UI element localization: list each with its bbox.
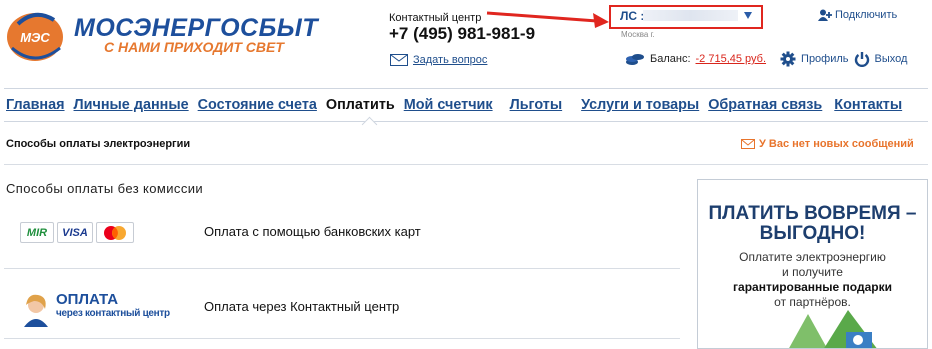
mir-logo-icon: MIR [20,222,54,243]
banner-title: ПЛАТИТЬ ВОВРЕМЯ – ВЫГОДНО! [698,204,927,244]
messages-notice-text[interactable]: У Вас нет новых сообщений [759,138,914,150]
connect-link[interactable]: Подключить [835,9,897,21]
nav-item-contacts[interactable]: Контакты [834,97,902,113]
messages-notice[interactable]: У Вас нет новых сообщений [741,138,914,150]
banner-text: Оплатите электроэнергию и получите гаран… [698,250,927,310]
nav-divider-top [4,88,928,89]
divider [4,338,680,339]
card-logos: MIR VISA [20,222,134,243]
envelope-icon [390,54,408,66]
coins-icon [626,54,644,65]
payment-method-label[interactable]: Оплата с помощью банковских карт [204,224,421,239]
divider [4,268,680,269]
nav-item-account-status[interactable]: Состояние счета [198,97,317,113]
nav-item-pay[interactable]: Оплатить [326,97,395,113]
annotation-arrow-icon [486,11,609,28]
banner-title-line: ПЛАТИТЬ ВОВРЕМЯ – [708,203,917,224]
contact-logo-title: ОПЛАТА [56,291,119,308]
visa-logo-icon: VISA [57,222,93,243]
svg-text:МЭС: МЭС [20,30,50,45]
profile-link[interactable]: Профиль [801,53,849,65]
power-icon[interactable] [854,51,870,67]
operator-icon [24,294,48,327]
nav-item-services[interactable]: Услуги и товары [581,97,699,113]
gear-icon[interactable] [780,51,796,67]
banner-text-line: от партнёров. [774,295,851,309]
connect-link-wrap[interactable]: Подключить [818,9,897,21]
promo-banner[interactable]: ПЛАТИТЬ ВОВРЕМЯ – ВЫГОДНО! Оплатите элек… [697,179,928,349]
banner-text-bold: гарантированные подарки [733,280,892,294]
contact-logo-subtitle: через контактный центр [56,308,170,319]
user-add-icon [818,9,832,21]
balance-row: Баланс: -2 715,45 руб. Профиль Выход [625,51,907,67]
ask-question-link[interactable]: Задать вопрос [413,54,487,66]
ask-question-link-wrap[interactable]: Задать вопрос [390,54,487,66]
dropdown-arrow-icon[interactable] [744,12,752,19]
nav-item-home[interactable]: Главная [6,97,65,113]
banner-title-line: ВЫГОДНО! [759,223,866,244]
banner-text-line: Оплатите электроэнергию [739,250,886,264]
payment-method-cards[interactable]: MIR VISA Оплата с помощью банковских кар… [4,210,680,254]
nav-item-benefits[interactable]: Льготы [510,97,563,113]
nav-item-feedback[interactable]: Обратная связь [708,97,822,113]
logo-slogan: С НАМИ ПРИХОДИТ СВЕТ [104,39,284,55]
message-envelope-icon [741,139,755,149]
exit-link[interactable]: Выход [875,53,908,65]
mastercard-logo-icon [96,222,134,243]
contact-center-label: Контактный центр [389,12,482,24]
active-tab-caret [361,116,378,133]
account-city: Москва г. [621,30,655,39]
main-nav: Главная Личные данные Состояние счета Оп… [6,97,902,113]
mes-logo-icon[interactable]: МЭС [4,10,66,62]
page-title: Способы оплаты электроэнергии [6,138,191,150]
nav-item-my-meter[interactable]: Мой счетчик [404,97,493,113]
account-label[interactable]: ЛС : [620,9,644,23]
subheading: Способы оплаты без комиссии [6,181,204,196]
payment-method-label[interactable]: Оплата через Контактный центр [204,299,399,314]
nav-divider-bottom [4,121,928,122]
balance-label: Баланс: [650,53,691,65]
nav-item-personal-data[interactable]: Личные данные [74,97,189,113]
balance-value[interactable]: -2 715,45 руб. [696,53,767,65]
banner-text-line: и получите [782,265,843,279]
gift-tree-image [789,310,877,348]
contact-center-pay-logo: ОПЛАТА через контактный центр [18,291,178,327]
payment-method-contact-center[interactable]: ОПЛАТА через контактный центр Оплата чер… [4,285,680,329]
account-number-masked [643,10,738,21]
divider [4,164,928,165]
